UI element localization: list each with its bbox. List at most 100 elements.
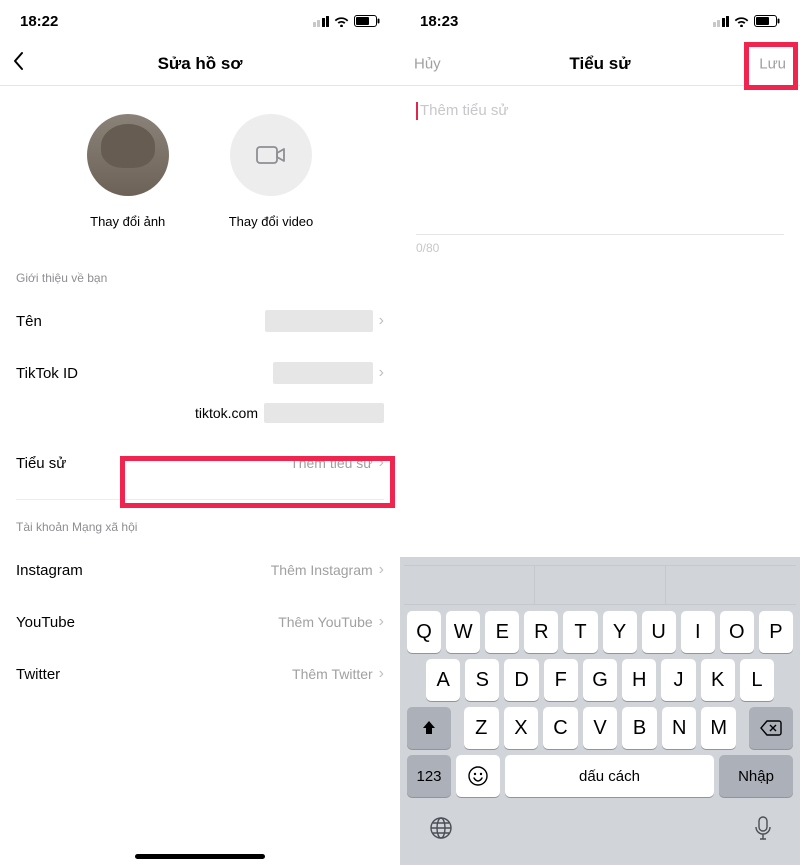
keyboard-row-1: QWERTYUIOP xyxy=(404,605,796,653)
key-p[interactable]: P xyxy=(759,611,793,653)
key-o[interactable]: O xyxy=(720,611,754,653)
key-j[interactable]: J xyxy=(661,659,695,701)
key-e[interactable]: E xyxy=(485,611,519,653)
camera-icon xyxy=(113,142,143,168)
save-button[interactable]: Lưu xyxy=(759,55,786,72)
key-y[interactable]: Y xyxy=(603,611,637,653)
signal-icon xyxy=(713,16,730,27)
key-i[interactable]: I xyxy=(681,611,715,653)
row-ig-value: Thêm Instagram xyxy=(271,562,373,578)
chevron-right-icon: › xyxy=(379,665,384,683)
bio-counter: 0/80 xyxy=(400,235,800,261)
key-q[interactable]: Q xyxy=(407,611,441,653)
keyboard-suggestions[interactable] xyxy=(404,565,796,605)
key-k[interactable]: K xyxy=(701,659,735,701)
mic-key[interactable] xyxy=(754,815,772,841)
video-icon xyxy=(255,144,287,166)
keyboard-row-4: 123 dấu cách Nhập xyxy=(404,749,796,797)
key-s[interactable]: S xyxy=(465,659,499,701)
shift-key[interactable] xyxy=(407,707,451,749)
status-bar: 18:23 xyxy=(400,0,800,42)
status-icons xyxy=(713,15,781,27)
key-x[interactable]: X xyxy=(504,707,539,749)
emoji-key[interactable] xyxy=(456,755,500,797)
backspace-key[interactable] xyxy=(749,707,793,749)
row-yt-label: YouTube xyxy=(16,614,75,631)
status-icons xyxy=(313,15,381,27)
wifi-icon xyxy=(333,15,350,27)
page-title: Tiểu sử xyxy=(569,54,630,74)
row-twitter[interactable]: Twitter Thêm Twitter › xyxy=(0,648,400,700)
keyboard: QWERTYUIOP ASDFGHJKL ZXCVBNM 123 dấu các… xyxy=(400,557,800,865)
row-bio[interactable]: Tiểu sử Thêm tiểu sử › xyxy=(0,437,400,489)
key-g[interactable]: G xyxy=(583,659,617,701)
tiktok-url-row: tiktok.com xyxy=(0,399,400,437)
key-a[interactable]: A xyxy=(426,659,460,701)
row-youtube[interactable]: YouTube Thêm YouTube › xyxy=(0,596,400,648)
row-instagram[interactable]: Instagram Thêm Instagram › xyxy=(0,544,400,596)
row-tiktokid-label: TikTok ID xyxy=(16,365,78,382)
name-value-redacted xyxy=(265,310,373,332)
key-h[interactable]: H xyxy=(622,659,656,701)
row-tw-value: Thêm Twitter xyxy=(292,666,373,682)
battery-icon xyxy=(354,15,380,27)
cancel-button[interactable]: Hủy xyxy=(414,55,441,72)
key-f[interactable]: F xyxy=(544,659,578,701)
key-t[interactable]: T xyxy=(563,611,597,653)
key-b[interactable]: B xyxy=(622,707,657,749)
key-z[interactable]: Z xyxy=(464,707,499,749)
row-tw-label: Twitter xyxy=(16,666,60,683)
change-video-button[interactable]: Thay đổi video xyxy=(229,114,314,229)
status-time: 18:23 xyxy=(420,13,458,30)
avatar-row: Thay đổi ảnh Thay đổi video xyxy=(0,86,400,237)
chevron-right-icon: › xyxy=(379,561,384,579)
url-prefix: tiktok.com xyxy=(195,405,258,421)
bio-placeholder: Thêm tiểu sử xyxy=(420,102,508,119)
signal-icon xyxy=(313,16,330,27)
numbers-key[interactable]: 123 xyxy=(407,755,451,797)
row-yt-value: Thêm YouTube xyxy=(278,614,372,630)
key-r[interactable]: R xyxy=(524,611,558,653)
key-m[interactable]: M xyxy=(701,707,736,749)
screen-edit-profile: 18:22 Sửa hồ sơ xyxy=(0,0,400,865)
chevron-right-icon: › xyxy=(379,312,384,330)
row-name[interactable]: Tên › xyxy=(0,295,400,347)
row-name-label: Tên xyxy=(16,313,42,330)
key-n[interactable]: N xyxy=(662,707,697,749)
key-l[interactable]: L xyxy=(740,659,774,701)
enter-key[interactable]: Nhập xyxy=(719,755,793,797)
screen-edit-bio: 18:23 Hủy Tiểu sử Lưu Thêm tiểu sử 0/80 xyxy=(400,0,800,865)
keyboard-row-2: ASDFGHJKL xyxy=(404,653,796,701)
chevron-right-icon: › xyxy=(379,613,384,631)
status-time: 18:22 xyxy=(20,13,58,30)
globe-key[interactable] xyxy=(428,815,454,841)
key-d[interactable]: D xyxy=(504,659,538,701)
home-indicator xyxy=(135,854,265,859)
page-title: Sửa hồ sơ xyxy=(158,54,243,74)
space-key[interactable]: dấu cách xyxy=(505,755,714,797)
key-w[interactable]: W xyxy=(446,611,480,653)
text-cursor xyxy=(416,102,418,120)
key-v[interactable]: V xyxy=(583,707,618,749)
change-photo-label: Thay đổi ảnh xyxy=(90,214,165,229)
section-social: Tài khoản Mạng xã hội xyxy=(0,510,400,544)
nav-header: Sửa hồ sơ xyxy=(0,42,400,86)
chevron-right-icon: › xyxy=(379,454,384,472)
key-u[interactable]: U xyxy=(642,611,676,653)
change-photo-button[interactable]: Thay đổi ảnh xyxy=(87,114,169,229)
key-c[interactable]: C xyxy=(543,707,578,749)
divider xyxy=(16,499,384,500)
tiktokid-value-redacted xyxy=(273,362,373,384)
bio-input[interactable]: Thêm tiểu sử xyxy=(400,86,800,120)
chevron-right-icon: › xyxy=(379,364,384,382)
nav-header: Hủy Tiểu sử Lưu xyxy=(400,42,800,86)
url-value-redacted xyxy=(264,403,384,423)
back-button[interactable] xyxy=(12,51,24,77)
row-bio-label: Tiểu sử xyxy=(16,455,66,472)
wifi-icon xyxy=(733,15,750,27)
row-bio-value: Thêm tiểu sử xyxy=(290,455,373,471)
row-tiktok-id[interactable]: TikTok ID › xyxy=(0,347,400,399)
change-video-label: Thay đổi video xyxy=(229,214,314,229)
status-bar: 18:22 xyxy=(0,0,400,42)
section-about: Giới thiệu về bạn xyxy=(0,237,400,295)
